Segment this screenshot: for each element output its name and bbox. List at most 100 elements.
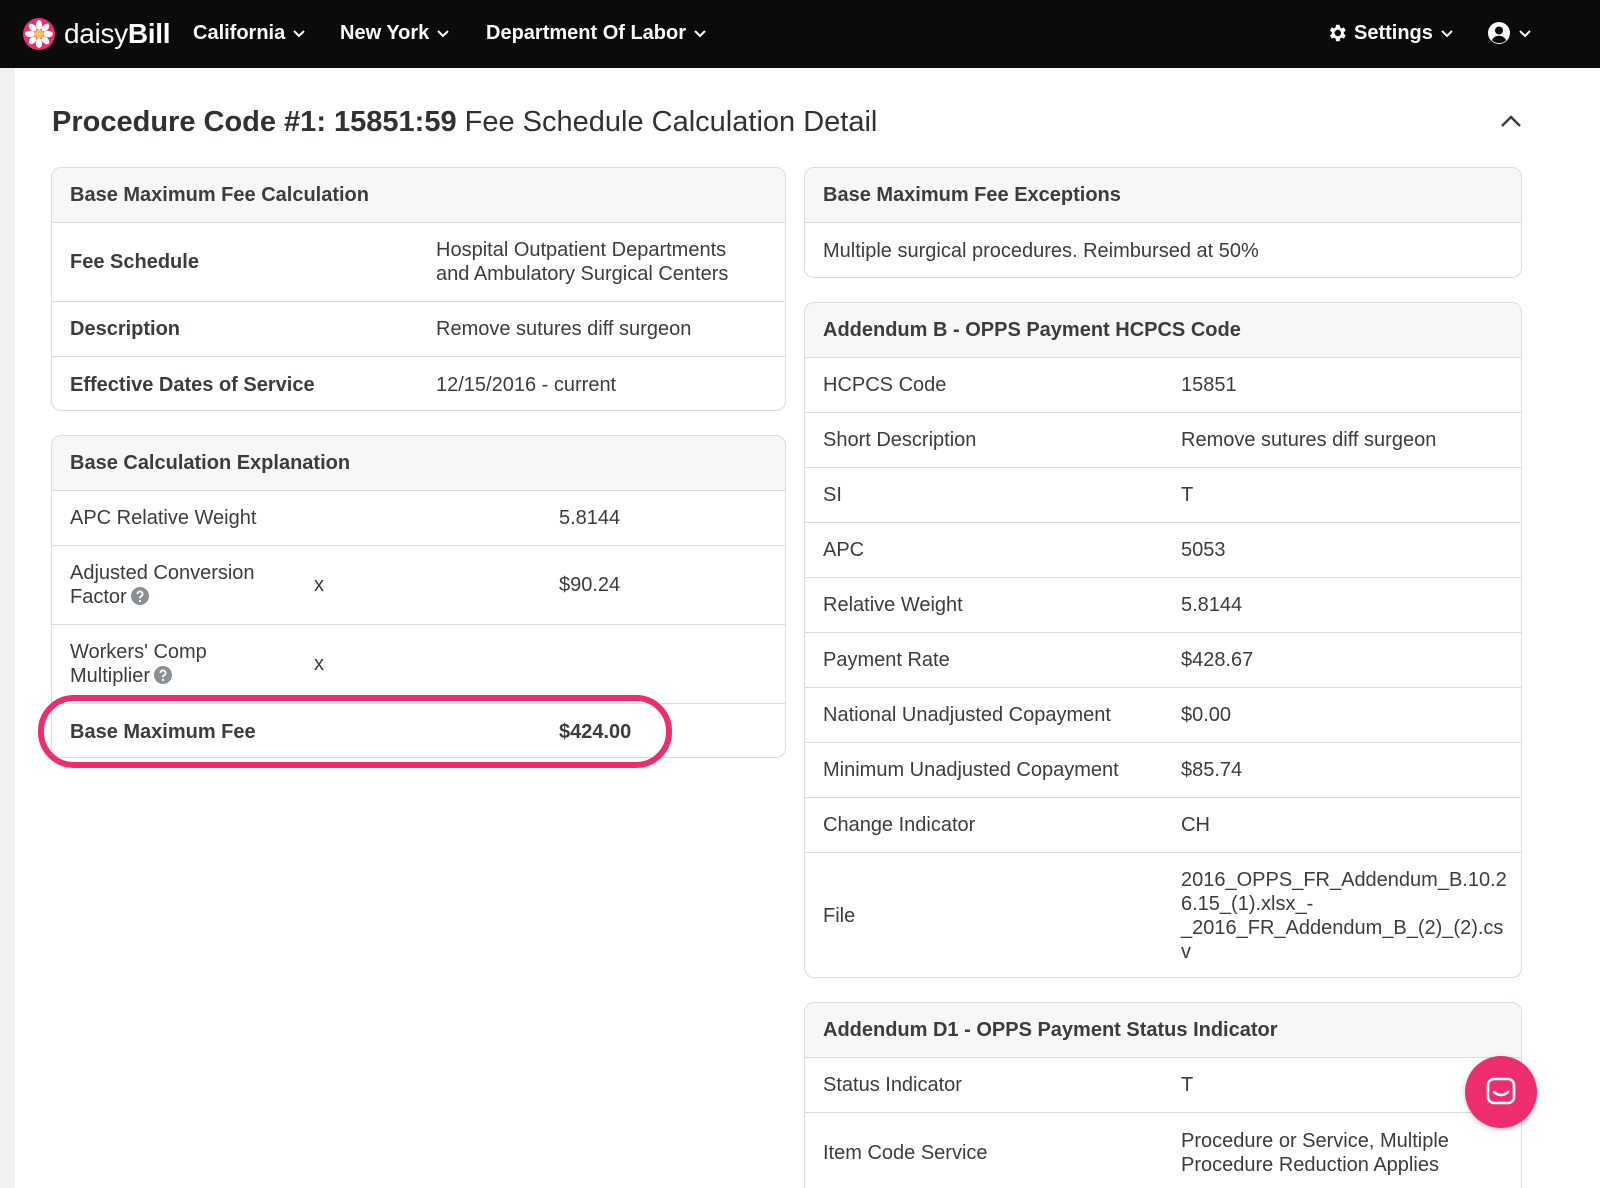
row-label: Change Indicator: [823, 814, 976, 836]
card-heading: Base Maximum Fee Calculation: [52, 168, 785, 223]
table-row: Change Indicator CH: [805, 798, 1521, 853]
row-label-line: Workers' Comp: [70, 641, 207, 663]
settings-label: Settings: [1354, 21, 1433, 44]
file-name-line: 6.15_(1).xlsx_-: [1181, 893, 1314, 915]
row-value-line: Procedure or Service, Multiple: [1181, 1129, 1449, 1152]
row-label: Effective Dates of Service: [70, 373, 315, 396]
row-label: Payment Rate: [823, 649, 950, 671]
settings-dropdown[interactable]: Settings: [1326, 18, 1455, 48]
row-value: $85.74: [1181, 759, 1243, 781]
user-circle-icon: [1488, 22, 1510, 44]
table-row: Relative Weight 5.8144: [805, 578, 1521, 633]
card-heading: Addendum D1 - OPPS Payment Status Indica…: [805, 1003, 1521, 1058]
row-label: Relative Weight: [823, 594, 963, 616]
nav-california-dropdown[interactable]: California: [193, 18, 307, 48]
table-row: Multiple surgical procedures. Reimbursed…: [805, 223, 1521, 277]
main-content: Procedure Code #1: 15851:59 Fee Schedule…: [15, 68, 1600, 1188]
table-row: Minimum Unadjusted Copayment $85.74: [805, 743, 1521, 798]
file-name-value: 2016_OPPS_FR_Addendum_B.10.2 6.15_(1).xl…: [1181, 853, 1507, 977]
nav-new-york-dropdown[interactable]: New York: [340, 18, 451, 48]
brand-name-suffix: Bill: [127, 18, 171, 49]
file-name-line: 2016_OPPS_FR_Addendum_B.10.2: [1181, 869, 1507, 891]
table-row: National Unadjusted Copayment $0.00: [805, 688, 1521, 743]
exception-text: Multiple surgical procedures. Reimbursed…: [823, 239, 1259, 262]
fee-exceptions-card: Base Maximum Fee Exceptions Multiple sur…: [804, 167, 1522, 278]
table-row: Adjusted Conversion Factor x $90.24: [52, 546, 785, 625]
row-value: $428.67: [1181, 649, 1254, 671]
top-navbar: daisyBill California New York Department…: [0, 0, 1600, 68]
user-menu-dropdown[interactable]: [1487, 18, 1533, 48]
row-value: Remove sutures diff surgeon: [1181, 429, 1437, 451]
card-heading: Base Calculation Explanation: [52, 436, 785, 491]
row-label: National Unadjusted Copayment: [823, 704, 1111, 726]
chat-bubble-icon: [1486, 1077, 1516, 1105]
row-label: Adjusted Conversion Factor: [70, 546, 255, 624]
row-label: APC: [823, 539, 865, 561]
row-value: 12/15/2016 - current: [436, 373, 617, 396]
row-value: 5.8144: [1181, 594, 1243, 616]
row-value: T: [1181, 484, 1194, 506]
row-label-line-text: Multiplier: [70, 665, 151, 687]
nav-dol-dropdown[interactable]: Department Of Labor: [486, 18, 708, 48]
row-label: Item Code Service: [823, 1141, 988, 1164]
base-maximum-fee-value: $424.00: [559, 720, 632, 743]
row-value: 15851: [1181, 374, 1237, 396]
row-value: $0.00: [1181, 704, 1232, 726]
gear-icon: [1329, 24, 1346, 42]
row-value: Procedure or Service, Multiple Procedure…: [1181, 1113, 1449, 1188]
row-label: Short Description: [823, 429, 977, 451]
brand-link[interactable]: daisyBill: [22, 14, 171, 54]
chevron-down-icon: [1441, 30, 1453, 38]
row-label: Minimum Unadjusted Copayment: [823, 759, 1119, 781]
chevron-down-icon: [694, 30, 706, 38]
file-name-line: _2016_FR_Addendum_B_(2)_(2).cs: [1181, 917, 1504, 939]
table-row: Description Remove sutures diff surgeon: [52, 302, 785, 357]
row-label-line: Factor: [70, 585, 149, 609]
nav-california-label: California: [193, 21, 286, 44]
row-value: Hospital Outpatient Departments and Ambu…: [436, 223, 728, 301]
daisy-logo-icon: [23, 18, 55, 50]
card-heading: Addendum B - OPPS Payment HCPCS Code: [805, 303, 1521, 358]
row-value: $90.24: [559, 574, 621, 596]
chat-launcher-button[interactable]: [1465, 1056, 1537, 1128]
table-row: HCPCS Code 15851: [805, 358, 1521, 413]
table-row: SI T: [805, 468, 1521, 523]
row-label: Status Indicator: [823, 1074, 962, 1096]
row-value-line: Procedure Reduction Applies: [1181, 1153, 1439, 1176]
table-row: APC Relative Weight 5.8144: [52, 491, 785, 546]
table-row: File 2016_OPPS_FR_Addendum_B.10.2 6.15_(…: [805, 853, 1521, 977]
brand-name: daisyBill: [64, 18, 171, 50]
row-label: Fee Schedule: [70, 251, 199, 273]
row-label: APC Relative Weight: [70, 507, 257, 529]
help-circle-icon[interactable]: [130, 587, 149, 605]
page-title-code: Procedure Code #1: 15851:59: [52, 106, 457, 138]
row-operator: x: [314, 653, 324, 675]
page-title: Procedure Code #1: 15851:59 Fee Schedule…: [52, 106, 877, 139]
row-label-line: Adjusted Conversion: [70, 562, 255, 584]
base-maximum-fee-label: Base Maximum Fee: [70, 720, 256, 743]
row-value: CH: [1181, 814, 1210, 836]
row-label-line: Multiplier: [70, 664, 173, 688]
table-row: Short Description Remove sutures diff su…: [805, 413, 1521, 468]
row-operator: x: [314, 574, 324, 596]
table-row: Effective Dates of Service 12/15/2016 - …: [52, 357, 785, 410]
row-value: 5053: [1181, 539, 1226, 561]
row-label: File: [823, 905, 856, 927]
page-title-rest: Fee Schedule Calculation Detail: [464, 106, 878, 138]
file-name-line: v: [1181, 941, 1191, 963]
row-value-line: and Ambulatory Surgical Centers: [436, 263, 729, 285]
table-row: Fee Schedule Hospital Outpatient Departm…: [52, 223, 785, 302]
chevron-up-icon[interactable]: [1496, 110, 1526, 134]
nav-new-york-label: New York: [340, 21, 430, 44]
row-label: Workers' Comp Multiplier: [70, 625, 207, 703]
card-heading: Base Maximum Fee Exceptions: [805, 168, 1521, 223]
table-row-total: Base Maximum Fee $424.00: [52, 704, 785, 757]
nav-dol-label: Department Of Labor: [486, 21, 687, 44]
row-label: HCPCS Code: [823, 374, 947, 396]
row-value: 5.8144: [559, 507, 621, 529]
chevron-down-icon: [437, 30, 450, 38]
addendum-b-card: Addendum B - OPPS Payment HCPCS Code HCP…: [804, 302, 1522, 978]
help-circle-icon[interactable]: [154, 666, 173, 684]
row-label-line-text: Factor: [70, 586, 127, 608]
row-value: Remove sutures diff surgeon: [436, 318, 692, 340]
